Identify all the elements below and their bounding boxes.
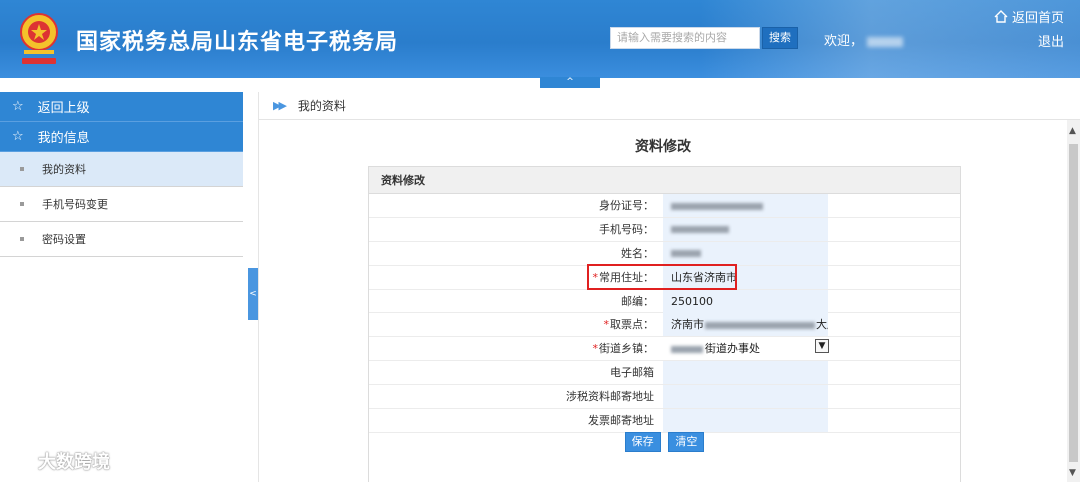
form-row-invoice-mail-address: 发票邮寄地址 — [369, 409, 960, 433]
id-number-field — [663, 194, 828, 217]
redacted-value — [671, 226, 729, 234]
username-redacted — [867, 36, 904, 47]
field-label: 手机号码： — [599, 222, 654, 236]
field-label: *街道乡镇： — [593, 337, 655, 360]
form-row-tax-mail-address: 涉税资料邮寄地址 — [369, 385, 960, 410]
sidebar-item-label: 密码设置 — [42, 233, 86, 246]
tax-emblem-logo — [20, 13, 58, 64]
form-row-pickup-point: *取票点： 济南市 大厅 — [369, 313, 960, 338]
tax-mail-address-input[interactable] — [663, 385, 828, 409]
field-label: 邮编： — [621, 294, 654, 308]
form-row-postcode: 邮编： 250100 — [369, 289, 960, 314]
field-label: 身份证号： — [599, 199, 654, 212]
watermark: 大数跨境 — [8, 448, 110, 474]
sidebar-item-phone-change[interactable]: 手机号码变更 — [0, 187, 243, 222]
field-label-text: 街道乡镇： — [599, 342, 654, 356]
form-row-street: *街道乡镇： 街道办事处 ▼ — [369, 337, 960, 362]
bullet-icon — [20, 202, 24, 206]
pickup-prefix: 济南市 — [671, 318, 704, 332]
search-button[interactable]: 搜索 — [762, 27, 798, 49]
form-actions: 保存 清空 — [369, 432, 960, 462]
field-label: 姓名： — [621, 246, 654, 260]
redacted-value — [671, 345, 703, 353]
watermark-text: 大数跨境 — [38, 452, 110, 473]
chevron-down-icon[interactable]: ▼ — [815, 339, 829, 354]
sidebar-section-my-info[interactable]: ☆ 我的信息 — [0, 122, 243, 152]
home-icon — [994, 10, 1008, 23]
phone-field — [663, 217, 828, 241]
name-field — [663, 241, 828, 265]
top-header: 国家税务总局山东省电子税务局 请输入需要搜索的内容 搜索 欢迎， 返回首页 退出 — [0, 0, 1080, 78]
save-button[interactable]: 保存 — [624, 432, 661, 452]
watermark-logo-icon — [9, 452, 32, 467]
star-icon: ☆ — [12, 129, 24, 144]
welcome-label: 欢迎， — [824, 34, 864, 49]
form-row-id-number: 身份证号： — [369, 194, 960, 218]
redacted-value — [671, 202, 763, 210]
breadcrumb: ▶▶ 我的资料 — [259, 92, 1080, 120]
pickup-point-input[interactable]: 济南市 大厅 — [663, 313, 828, 337]
vertical-scrollbar[interactable]: ▲ ▼ — [1067, 120, 1080, 482]
scrollbar-thumb[interactable] — [1069, 144, 1078, 462]
bullet-icon — [20, 167, 24, 171]
site-title: 国家税务总局山东省电子税务局 — [76, 30, 399, 55]
field-label: 涉税资料邮寄地址 — [566, 390, 654, 404]
sidebar-back-label: 返回上级 — [37, 101, 90, 116]
invoice-mail-address-input[interactable] — [663, 409, 828, 433]
sidebar-toggle-button[interactable]: < — [248, 268, 258, 320]
address-input[interactable]: 山东省济南市 — [663, 265, 828, 289]
form-row-phone: 手机号码： — [369, 217, 960, 242]
breadcrumb-current: 我的资料 — [297, 99, 346, 113]
field-label: *取票点： — [604, 313, 655, 336]
panel-title: 资料修改 — [369, 167, 960, 194]
search-input[interactable]: 请输入需要搜索的内容 — [610, 27, 760, 49]
sidebar-item-password[interactable]: 密码设置 — [0, 222, 243, 257]
field-label: *常用住址： — [593, 266, 655, 289]
sidebar-section-label: 我的信息 — [37, 131, 90, 146]
star-icon: ☆ — [12, 99, 24, 114]
sidebar-back[interactable]: ☆ 返回上级 — [0, 92, 243, 122]
redacted-value — [671, 250, 701, 258]
profile-form-panel: 资料修改 身份证号： 手机号码： 姓名： *常用住址： 山东省济南市 邮编： 2… — [368, 166, 961, 482]
field-label: 发票邮寄地址 — [588, 414, 654, 428]
collapse-header-button[interactable]: ^ — [540, 77, 600, 88]
sidebar-item-my-profile[interactable]: 我的资料 — [0, 152, 243, 187]
redacted-value — [705, 321, 815, 329]
scroll-down-icon[interactable]: ▼ — [1069, 468, 1076, 478]
field-label: 电子邮箱 — [610, 366, 654, 380]
email-input[interactable] — [663, 361, 828, 385]
sidebar: ☆ 返回上级 ☆ 我的信息 我的资料 手机号码变更 密码设置 — [0, 92, 243, 482]
street-suffix: 街道办事处 — [705, 342, 760, 356]
form-title: 资料修改 — [635, 139, 691, 155]
clear-button[interactable]: 清空 — [668, 432, 705, 452]
required-marker: * — [592, 270, 599, 284]
pickup-suffix: 大厅 — [816, 318, 828, 332]
form-row-address: *常用住址： 山东省济南市 — [369, 265, 960, 290]
field-label-text: 取票点： — [610, 318, 654, 332]
postcode-input[interactable]: 250100 — [663, 289, 828, 313]
form-row-name: 姓名： — [369, 241, 960, 266]
street-select[interactable]: 街道办事处 — [663, 337, 828, 361]
sidebar-item-label: 我的资料 — [42, 163, 86, 176]
welcome-text: 欢迎， — [824, 30, 904, 49]
form-row-email: 电子邮箱 — [369, 361, 960, 386]
double-arrow-icon: ▶▶ — [273, 99, 287, 112]
home-link[interactable]: 返回首页 — [994, 7, 1064, 26]
logout-link[interactable]: 退出 — [1038, 31, 1064, 50]
bullet-icon — [20, 237, 24, 241]
scroll-up-icon[interactable]: ▲ — [1069, 126, 1076, 136]
required-marker: * — [592, 342, 599, 356]
required-marker: * — [603, 318, 610, 332]
home-link-label: 返回首页 — [1011, 11, 1064, 26]
field-label-text: 常用住址： — [599, 270, 654, 284]
sidebar-item-label: 手机号码变更 — [42, 198, 108, 211]
main-content: 资料修改 资料修改 身份证号： 手机号码： 姓名： *常用住址： 山东省济南市 … — [259, 120, 1067, 482]
